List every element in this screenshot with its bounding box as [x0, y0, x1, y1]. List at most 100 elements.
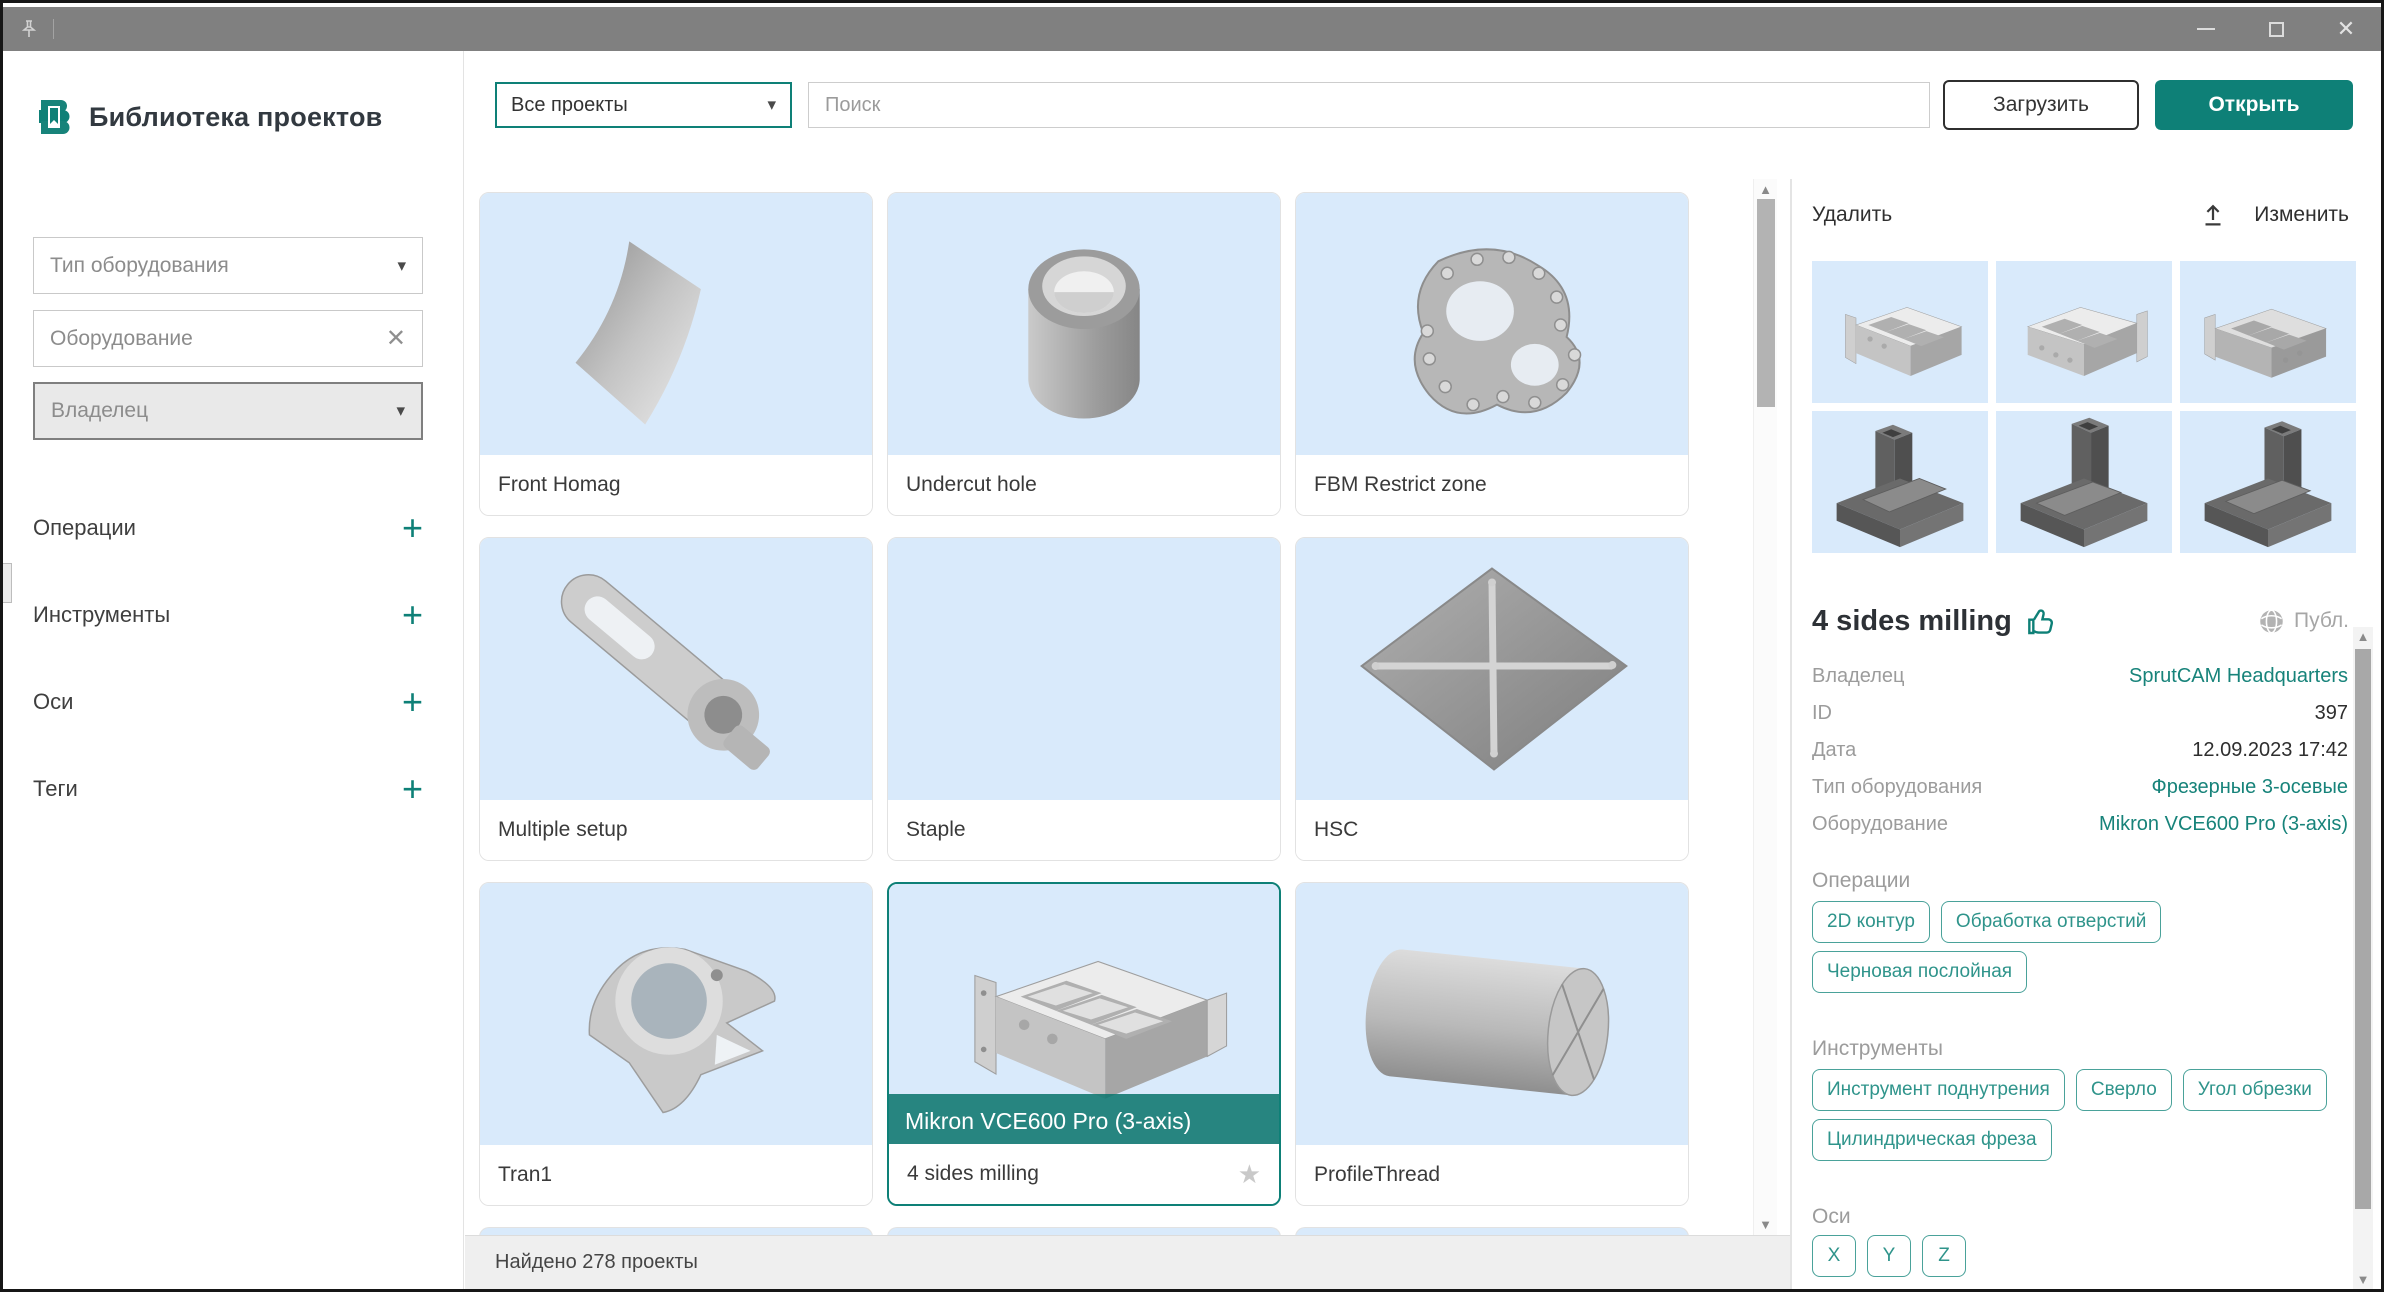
field-value[interactable]: SprutCAM Headquarters	[2129, 665, 2348, 688]
details-scrollbar[interactable]: ▲ ▼	[2353, 627, 2373, 1289]
projects-filter-select[interactable]: Все проекты ▾	[495, 82, 792, 128]
projects-filter-value: Все проекты	[511, 94, 628, 117]
sidebar: Библиотека проектов Тип оборудования ▾ О…	[3, 51, 464, 1289]
plus-icon[interactable]: +	[402, 510, 423, 546]
scroll-up-icon[interactable]: ▲	[2353, 629, 2373, 644]
project-card-hsc[interactable]: HSC	[1295, 537, 1689, 861]
tag-tool[interactable]: Цилиндрическая фреза	[1812, 1119, 2052, 1161]
clear-icon[interactable]: ✕	[386, 327, 406, 351]
favorite-star-icon[interactable]: ★	[1238, 1159, 1261, 1190]
part-thumbnail-3[interactable]	[2180, 261, 2356, 403]
project-grid: Front Homag	[465, 179, 1791, 1289]
titlebar-separator	[53, 19, 54, 39]
equipment-select[interactable]: Оборудование ✕	[33, 310, 423, 367]
sidebar-section-tags[interactable]: Теги +	[33, 767, 423, 811]
project-card-staple[interactable]: Staple	[887, 537, 1281, 861]
delete-button[interactable]: Удалить	[1812, 203, 1892, 227]
equipment-type-placeholder: Тип оборудования	[50, 254, 229, 278]
project-preview	[480, 883, 872, 1147]
thumbs-up-icon[interactable]	[2024, 605, 2056, 637]
plus-icon[interactable]: +	[402, 771, 423, 807]
preview-thumbnails	[1812, 261, 2356, 553]
project-card-undercut-hole[interactable]: Undercut hole	[887, 192, 1281, 516]
plus-icon[interactable]: +	[402, 597, 423, 633]
tag-tool[interactable]: Сверло	[2076, 1069, 2172, 1111]
project-title: 4 sides milling	[1812, 605, 2012, 638]
tag-operation[interactable]: Черновая послойная	[1812, 951, 2027, 993]
tag-axis-y[interactable]: Y	[1867, 1235, 1911, 1277]
field-equipment-type: Тип оборудования Фрезерные 3-осевые	[1812, 776, 2348, 806]
project-card-fbm-restrict-zone[interactable]: FBM Restrict zone	[1295, 192, 1689, 516]
equipment-placeholder: Оборудование	[50, 327, 193, 351]
pin-icon[interactable]	[17, 17, 41, 41]
upload-project-button[interactable]: Загрузить	[1943, 80, 2139, 130]
edit-button[interactable]: Изменить	[2254, 203, 2349, 227]
field-value[interactable]: Mikron VCE600 Pro (3-axis)	[2099, 813, 2348, 836]
sidebar-section-operations[interactable]: Операции +	[33, 506, 423, 550]
field-date: Дата 12.09.2023 17:42	[1812, 739, 2348, 769]
search-input[interactable]	[808, 82, 1930, 128]
tag-tool[interactable]: Инструмент поднутрения	[1812, 1069, 2065, 1111]
sidebar-section-axes[interactable]: Оси +	[33, 680, 423, 724]
tag-axis-x[interactable]: X	[1812, 1235, 1856, 1277]
field-value[interactable]: Фрезерные 3-осевые	[2152, 776, 2348, 799]
field-label: Дата	[1812, 739, 1856, 762]
open-button[interactable]: Открыть	[2155, 80, 2353, 130]
group-axes-label: Оси	[1812, 1205, 1851, 1229]
grid-scrollbar[interactable]: ▲ ▼	[1753, 179, 1777, 1235]
scroll-up-icon[interactable]: ▲	[1754, 182, 1777, 197]
tag-tool[interactable]: Угол обрезки	[2183, 1069, 2327, 1111]
titlebar[interactable]: ✕	[3, 7, 2381, 51]
owner-select[interactable]: Владелец ▾	[33, 382, 423, 440]
owner-placeholder: Владелец	[51, 399, 148, 423]
field-label: ID	[1812, 702, 1832, 725]
maximize-button[interactable]	[2241, 7, 2311, 51]
section-label: Оси	[33, 689, 73, 715]
close-icon: ✕	[2337, 18, 2355, 40]
sidebar-section-tools[interactable]: Инструменты +	[33, 593, 423, 637]
tag-operation[interactable]: 2D контур	[1812, 901, 1930, 943]
chevron-down-icon: ▾	[397, 256, 406, 276]
card-title: ProfileThread	[1314, 1163, 1440, 1187]
project-card-multiple-setup[interactable]: Multiple setup	[479, 537, 873, 861]
group-operations-label: Операции	[1812, 869, 1910, 893]
scrollbar-thumb[interactable]	[2355, 649, 2371, 1209]
machine-thumbnail-3[interactable]	[2180, 411, 2356, 553]
content: Все проекты ▾ Загрузить Открыть	[465, 51, 2381, 1289]
project-card-4-sides-milling-selected[interactable]: Mikron VCE600 Pro (3-axis) 4 sides milli…	[887, 882, 1281, 1206]
field-id: ID 397	[1812, 702, 2348, 732]
field-equipment: Оборудование Mikron VCE600 Pro (3-axis)	[1812, 813, 2348, 843]
publish-label: Публ.	[2294, 609, 2349, 633]
project-card-front-homag[interactable]: Front Homag	[479, 192, 873, 516]
maximize-icon	[2269, 22, 2284, 37]
part-thumbnail-2[interactable]	[1996, 261, 2172, 403]
field-value: 12.09.2023 17:42	[2192, 739, 2348, 762]
edge-handle[interactable]	[3, 563, 12, 603]
library-logo-icon	[33, 96, 75, 138]
field-label: Оборудование	[1812, 813, 1948, 836]
brand: Библиотека проектов	[33, 96, 382, 138]
app-title: Библиотека проектов	[89, 102, 382, 133]
scroll-down-icon[interactable]: ▼	[2353, 1272, 2373, 1287]
details-panel: Удалить Изменить	[1791, 179, 2381, 1289]
part-thumbnail-1[interactable]	[1812, 261, 1988, 403]
project-card-tran1[interactable]: Tran1	[479, 882, 873, 1206]
scroll-down-icon[interactable]: ▼	[1754, 1217, 1777, 1232]
project-preview	[1296, 193, 1688, 457]
equipment-type-select[interactable]: Тип оборудования ▾	[33, 237, 423, 294]
machine-thumbnail-2[interactable]	[1996, 411, 2172, 553]
section-label: Операции	[33, 515, 136, 541]
machine-thumbnail-1[interactable]	[1812, 411, 1988, 553]
close-button[interactable]: ✕	[2311, 7, 2381, 51]
tag-operation[interactable]: Обработка отверстий	[1941, 901, 2161, 943]
project-preview	[888, 538, 1280, 802]
project-library-window: ✕ Библиотека проектов Тип оборудования ▾	[0, 0, 2384, 1292]
project-preview	[1296, 538, 1688, 802]
scrollbar-thumb[interactable]	[1757, 199, 1775, 407]
tag-axis-z[interactable]: Z	[1922, 1235, 1966, 1277]
project-card-profilethread[interactable]: ProfileThread	[1295, 882, 1689, 1206]
share-upload-icon[interactable]	[2198, 200, 2228, 230]
minimize-button[interactable]	[2171, 7, 2241, 51]
field-value: 397	[2315, 702, 2348, 725]
plus-icon[interactable]: +	[402, 684, 423, 720]
